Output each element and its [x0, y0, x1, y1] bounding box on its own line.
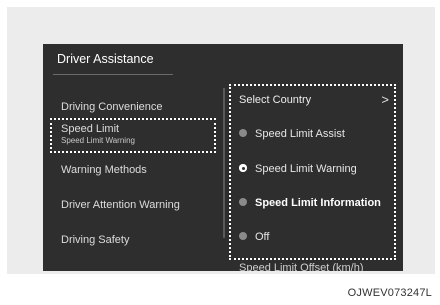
select-country-row[interactable]: Select Country >	[239, 92, 389, 107]
radio-selected-icon	[239, 164, 247, 173]
menu-item-warning-methods[interactable]: Warning Methods	[61, 164, 147, 176]
partial-list-item[interactable]: Speed Limit Offset (km/h)	[239, 262, 364, 271]
radio-icon	[239, 198, 247, 207]
menu-item-driver-attention-warning[interactable]: Driver Attention Warning	[61, 199, 180, 211]
menu-item-sublabel: Speed Limit Warning	[61, 136, 135, 145]
select-country-label: Select Country	[239, 94, 312, 106]
menu-item-label: Driving Safety	[61, 234, 130, 246]
radio-icon	[239, 232, 247, 241]
infotainment-screen: Driver Assistance Driving Convenience Sp…	[43, 44, 403, 271]
radio-icon	[239, 129, 247, 138]
menu-item-driving-safety[interactable]: Driving Safety	[61, 234, 129, 246]
option-speed-limit-information[interactable]: Speed Limit Information	[239, 197, 381, 209]
option-off[interactable]: Off	[239, 231, 269, 243]
option-label: Speed Limit Assist	[255, 128, 345, 140]
page-title: Driver Assistance	[57, 52, 154, 66]
menu-item-label: Speed Limit	[61, 123, 120, 135]
option-speed-limit-assist[interactable]: Speed Limit Assist	[239, 128, 345, 140]
chevron-right-icon: >	[381, 92, 389, 107]
option-label: Speed Limit Warning	[255, 163, 357, 175]
menu-item-label: Warning Methods	[61, 164, 147, 176]
panel-divider	[223, 88, 225, 238]
title-underline	[53, 74, 173, 75]
option-speed-limit-warning[interactable]: Speed Limit Warning	[239, 163, 357, 175]
menu-item-speed-limit[interactable]: Speed Limit Speed Limit Warning	[61, 123, 135, 145]
menu-item-label: Driving Convenience	[61, 101, 163, 113]
menu-item-label: Driver Attention Warning	[61, 199, 180, 211]
option-label: Speed Limit Information	[255, 197, 381, 209]
option-label: Off	[255, 231, 270, 243]
image-code: OJWEV073247L	[347, 287, 432, 299]
menu-item-driving-convenience[interactable]: Driving Convenience	[61, 101, 163, 113]
